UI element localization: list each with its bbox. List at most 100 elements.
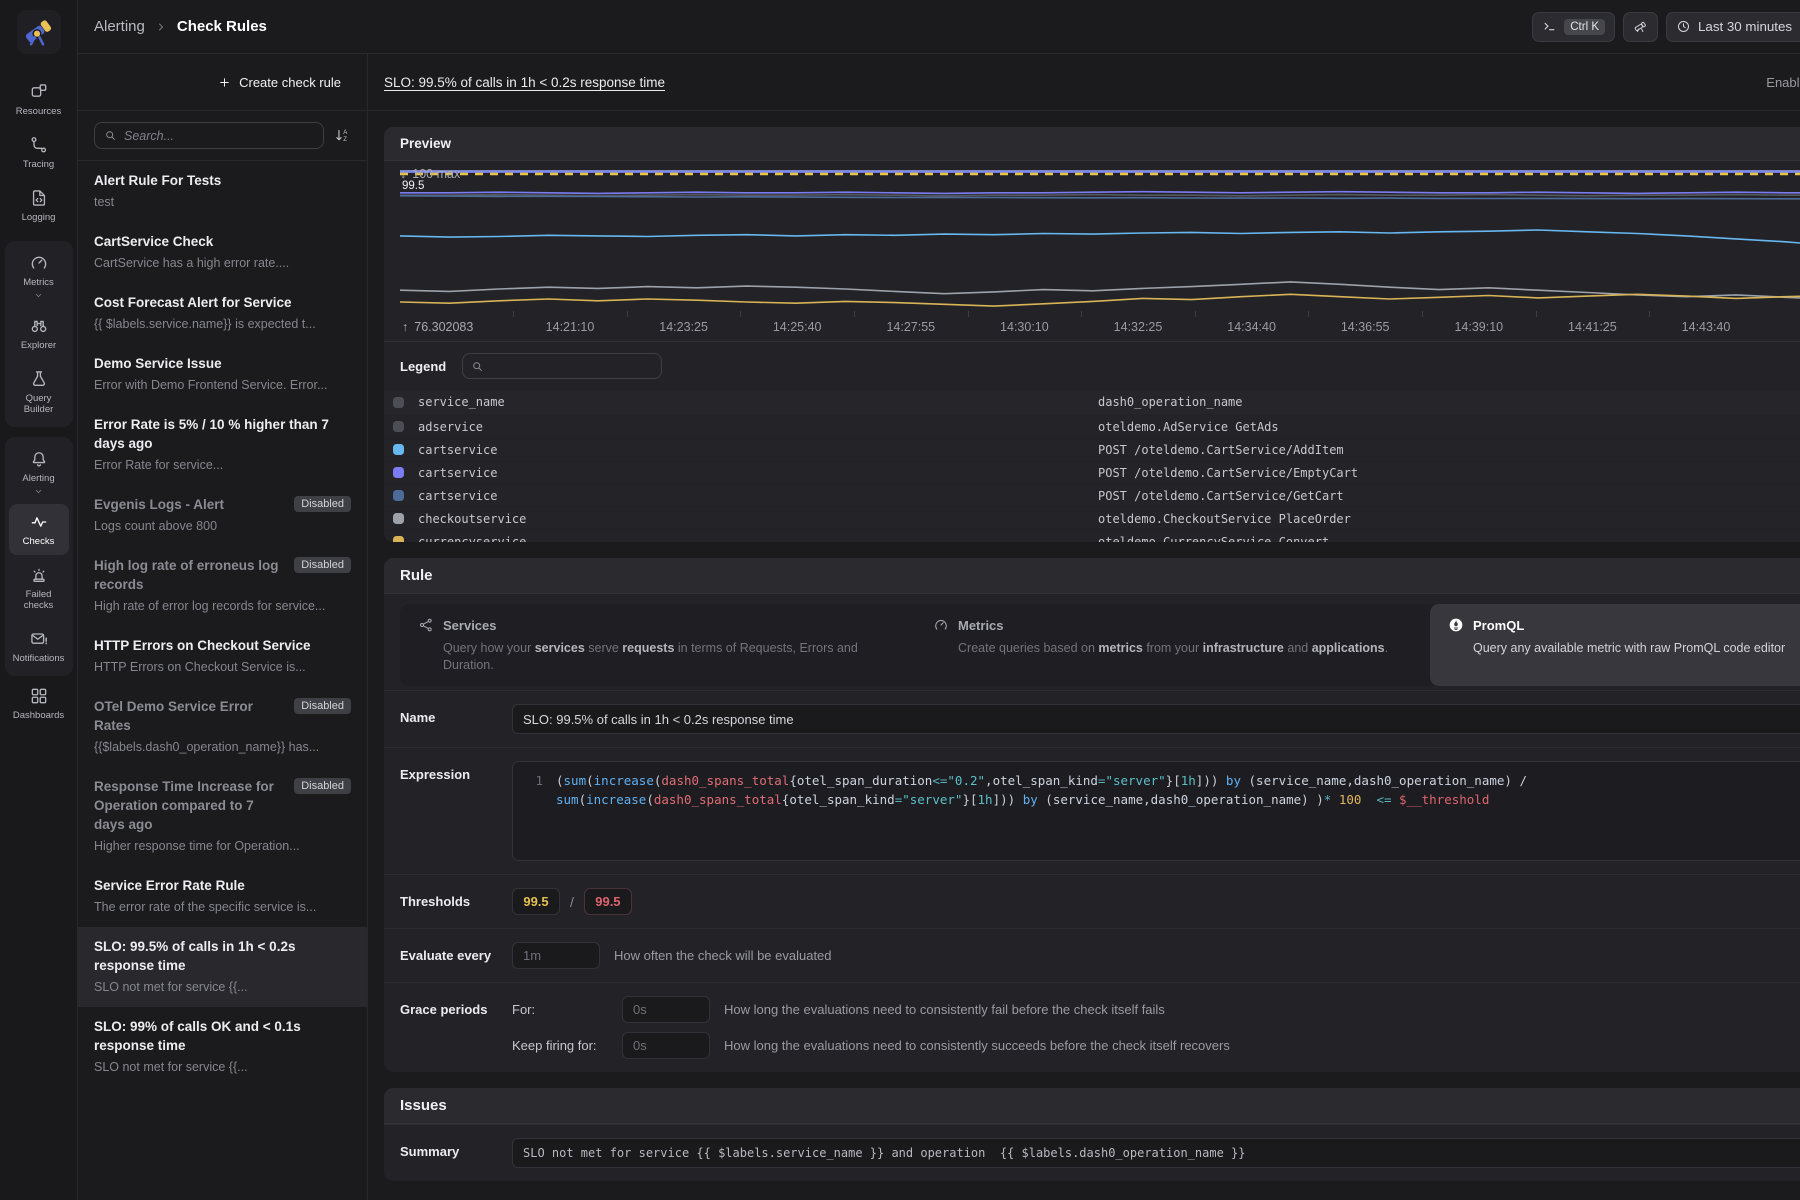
shortcut-badge: Ctrl K	[1564, 19, 1605, 35]
rule-list-item[interactable]: Demo Service Issue Error with Demo Front…	[78, 344, 367, 405]
degraded-threshold-input[interactable]	[512, 888, 560, 915]
tab-title: Services	[443, 618, 497, 633]
rule-list-item[interactable]: Response Time Increase for Operation com…	[78, 767, 367, 866]
legend-table-row[interactable]: checkoutservice oteldemo.CheckoutService…	[384, 508, 1800, 529]
rail-item-label: Notifications	[13, 653, 65, 664]
series-color-dot[interactable]	[393, 421, 404, 432]
rules-search-input[interactable]	[124, 129, 314, 143]
legend-service-name: cartservice	[418, 466, 1098, 480]
series-color-dot[interactable]	[393, 513, 404, 524]
grace-for-input[interactable]	[622, 996, 710, 1023]
rule-list-item[interactable]: Cost Forecast Alert for Service {{ $labe…	[78, 283, 367, 344]
tab-metrics[interactable]: MetricsCreate queries based on metrics f…	[915, 604, 1430, 686]
item-checks[interactable]: Checks	[9, 504, 69, 555]
tab-title: Metrics	[958, 618, 1004, 633]
rule-list-item[interactable]: Service Error Rate Rule The error rate o…	[78, 866, 367, 927]
rule-title-link[interactable]: SLO: 99.5% of calls in 1h < 0.2s respons…	[384, 75, 665, 90]
rule-item-description: HTTP Errors on Checkout Service is...	[94, 659, 351, 676]
preview-chart[interactable]: ↓ 100 max 99.5 ↑ 76.302083 14:21:1014:23…	[384, 161, 1800, 342]
keep-firing-label: Keep firing for:	[512, 1032, 622, 1053]
keep-firing-help: How long the evaluations need to consist…	[724, 1032, 1230, 1053]
rule-item-description: SLO not met for service {{...	[94, 1059, 351, 1076]
legend-operation-name: POST /oteldemo.CartService/AddItem	[1098, 443, 1800, 457]
x-axis-tick	[1536, 311, 1537, 317]
tab-promql[interactable]: PromQLQuery any available metric with ra…	[1430, 604, 1800, 686]
evaluate-label: Evaluate every	[400, 942, 496, 963]
rule-list-item[interactable]: OTel Demo Service Error Rates Disabled {…	[78, 687, 367, 767]
rail-item-label: Checks	[23, 536, 55, 547]
item-dashboards[interactable]: Dashboards	[5, 678, 73, 729]
command-palette-button[interactable]: Ctrl K	[1532, 12, 1615, 42]
x-axis-tick	[1308, 311, 1309, 317]
grace-periods-label: Grace periods	[400, 996, 496, 1017]
item-logging[interactable]: Logging	[5, 180, 73, 231]
legend-operation-name: oteldemo.CheckoutService PlaceOrder	[1098, 512, 1800, 526]
rule-list-item[interactable]: CartService Check CartService has a high…	[78, 222, 367, 283]
rule-item-title: SLO: 99% of calls OK and < 0.1s response…	[94, 1017, 351, 1055]
disabled-badge: Disabled	[294, 496, 351, 512]
item-failed-checks[interactable]: Failed checks	[9, 557, 69, 619]
sort-az-button[interactable]	[334, 127, 351, 144]
item-notifications[interactable]: Notifications	[9, 621, 69, 672]
legend-table-row[interactable]: currencyservice oteldemo.CurrencyService…	[384, 531, 1800, 542]
series-color-dot[interactable]	[393, 490, 404, 501]
rule-list-item[interactable]: SLO: 99.5% of calls in 1h < 0.2s respons…	[78, 927, 367, 1007]
rule-list-item[interactable]: Error Rate is 5% / 10 % higher than 7 da…	[78, 405, 367, 485]
rule-list-item[interactable]: HTTP Errors on Checkout Service HTTP Err…	[78, 626, 367, 687]
legend-table-row[interactable]: cartservice POST /oteldemo.CartService/E…	[384, 462, 1800, 483]
breadcrumb-parent[interactable]: Alerting	[94, 18, 145, 35]
evaluate-row: Evaluate every How often the check will …	[384, 928, 1800, 982]
rail-item-label: Query Builder	[11, 393, 67, 415]
rule-list-item[interactable]: SLO: 99% of calls OK and < 0.1s response…	[78, 1007, 367, 1087]
x-axis-label: 14:21:10	[546, 320, 595, 334]
rule-item-title: Cost Forecast Alert for Service	[94, 293, 351, 312]
keep-firing-input[interactable]	[622, 1032, 710, 1059]
series-color-dot[interactable]	[393, 536, 404, 542]
evaluate-interval-input[interactable]	[512, 942, 600, 969]
thresholds-label: Thresholds	[400, 888, 496, 909]
legend-search-input[interactable]	[491, 359, 653, 374]
rule-item-title: Evgenis Logs - Alert	[94, 495, 286, 514]
legend-table-row[interactable]: cartservice POST /oteldemo.CartService/G…	[384, 485, 1800, 506]
rule-list-item[interactable]: Evgenis Logs - Alert Disabled Logs count…	[78, 485, 367, 546]
create-check-rule-button[interactable]: Create check rule	[218, 75, 341, 90]
series-line	[400, 294, 1800, 306]
arrow-up-icon: ↑	[402, 320, 408, 334]
time-range-button[interactable]: Last 30 minutes	[1666, 12, 1800, 42]
item-metrics[interactable]: Metrics	[9, 245, 69, 306]
promql-expression-editor[interactable]: 1 (sum(increase(dash0_spans_total{otel_s…	[512, 761, 1800, 861]
failed-threshold-input[interactable]	[584, 888, 632, 915]
legend-operation-name: POST /oteldemo.CartService/GetCart	[1098, 489, 1800, 503]
legend-table-row[interactable]: adservice oteldemo.AdService GetAds	[384, 416, 1800, 437]
rule-list-item[interactable]: High log rate of erroneus log records Di…	[78, 546, 367, 626]
rule-list-item[interactable]: Alert Rule For Tests test	[78, 161, 367, 222]
x-axis-label: 14:25:40	[773, 320, 822, 334]
tab-title: PromQL	[1473, 618, 1524, 633]
item-resources[interactable]: Resources	[5, 74, 73, 125]
series-color-dot[interactable]	[393, 467, 404, 478]
telescope-button[interactable]	[1623, 12, 1658, 42]
legend-toggle-all[interactable]	[393, 397, 404, 408]
editor-line-number: 1	[513, 771, 543, 851]
legend-operation-name: oteldemo.AdService GetAds	[1098, 420, 1800, 434]
grid-icon	[29, 82, 49, 102]
rule-panel-title: Rule	[384, 558, 1800, 594]
tab-description: Query how your services serve requests i…	[443, 640, 897, 674]
y-max-label: 100 max	[412, 167, 460, 181]
rule-item-description: Error Rate for service...	[94, 457, 351, 474]
chevron-down-icon	[34, 488, 43, 494]
tab-services[interactable]: Services Query how your services serve re…	[400, 604, 915, 686]
item-explorer[interactable]: Explorer	[9, 308, 69, 359]
create-check-rule-label: Create check rule	[239, 75, 341, 90]
sidebar-search-row	[78, 111, 367, 161]
item-alerting[interactable]: Alerting	[9, 441, 69, 502]
summary-input[interactable]	[512, 1138, 1800, 1168]
item-tracing[interactable]: Tracing	[5, 127, 73, 178]
dash0-logo[interactable]	[17, 10, 61, 54]
legend-table-row[interactable]: cartservice POST /oteldemo.CartService/A…	[384, 439, 1800, 460]
series-color-dot[interactable]	[393, 444, 404, 455]
rule-name-input[interactable]	[512, 704, 1800, 734]
binoculars-icon	[29, 316, 49, 336]
item-query-builder[interactable]: Query Builder	[9, 361, 69, 423]
grace-periods-row: Grace periods For: How long the evaluati…	[384, 982, 1800, 1072]
